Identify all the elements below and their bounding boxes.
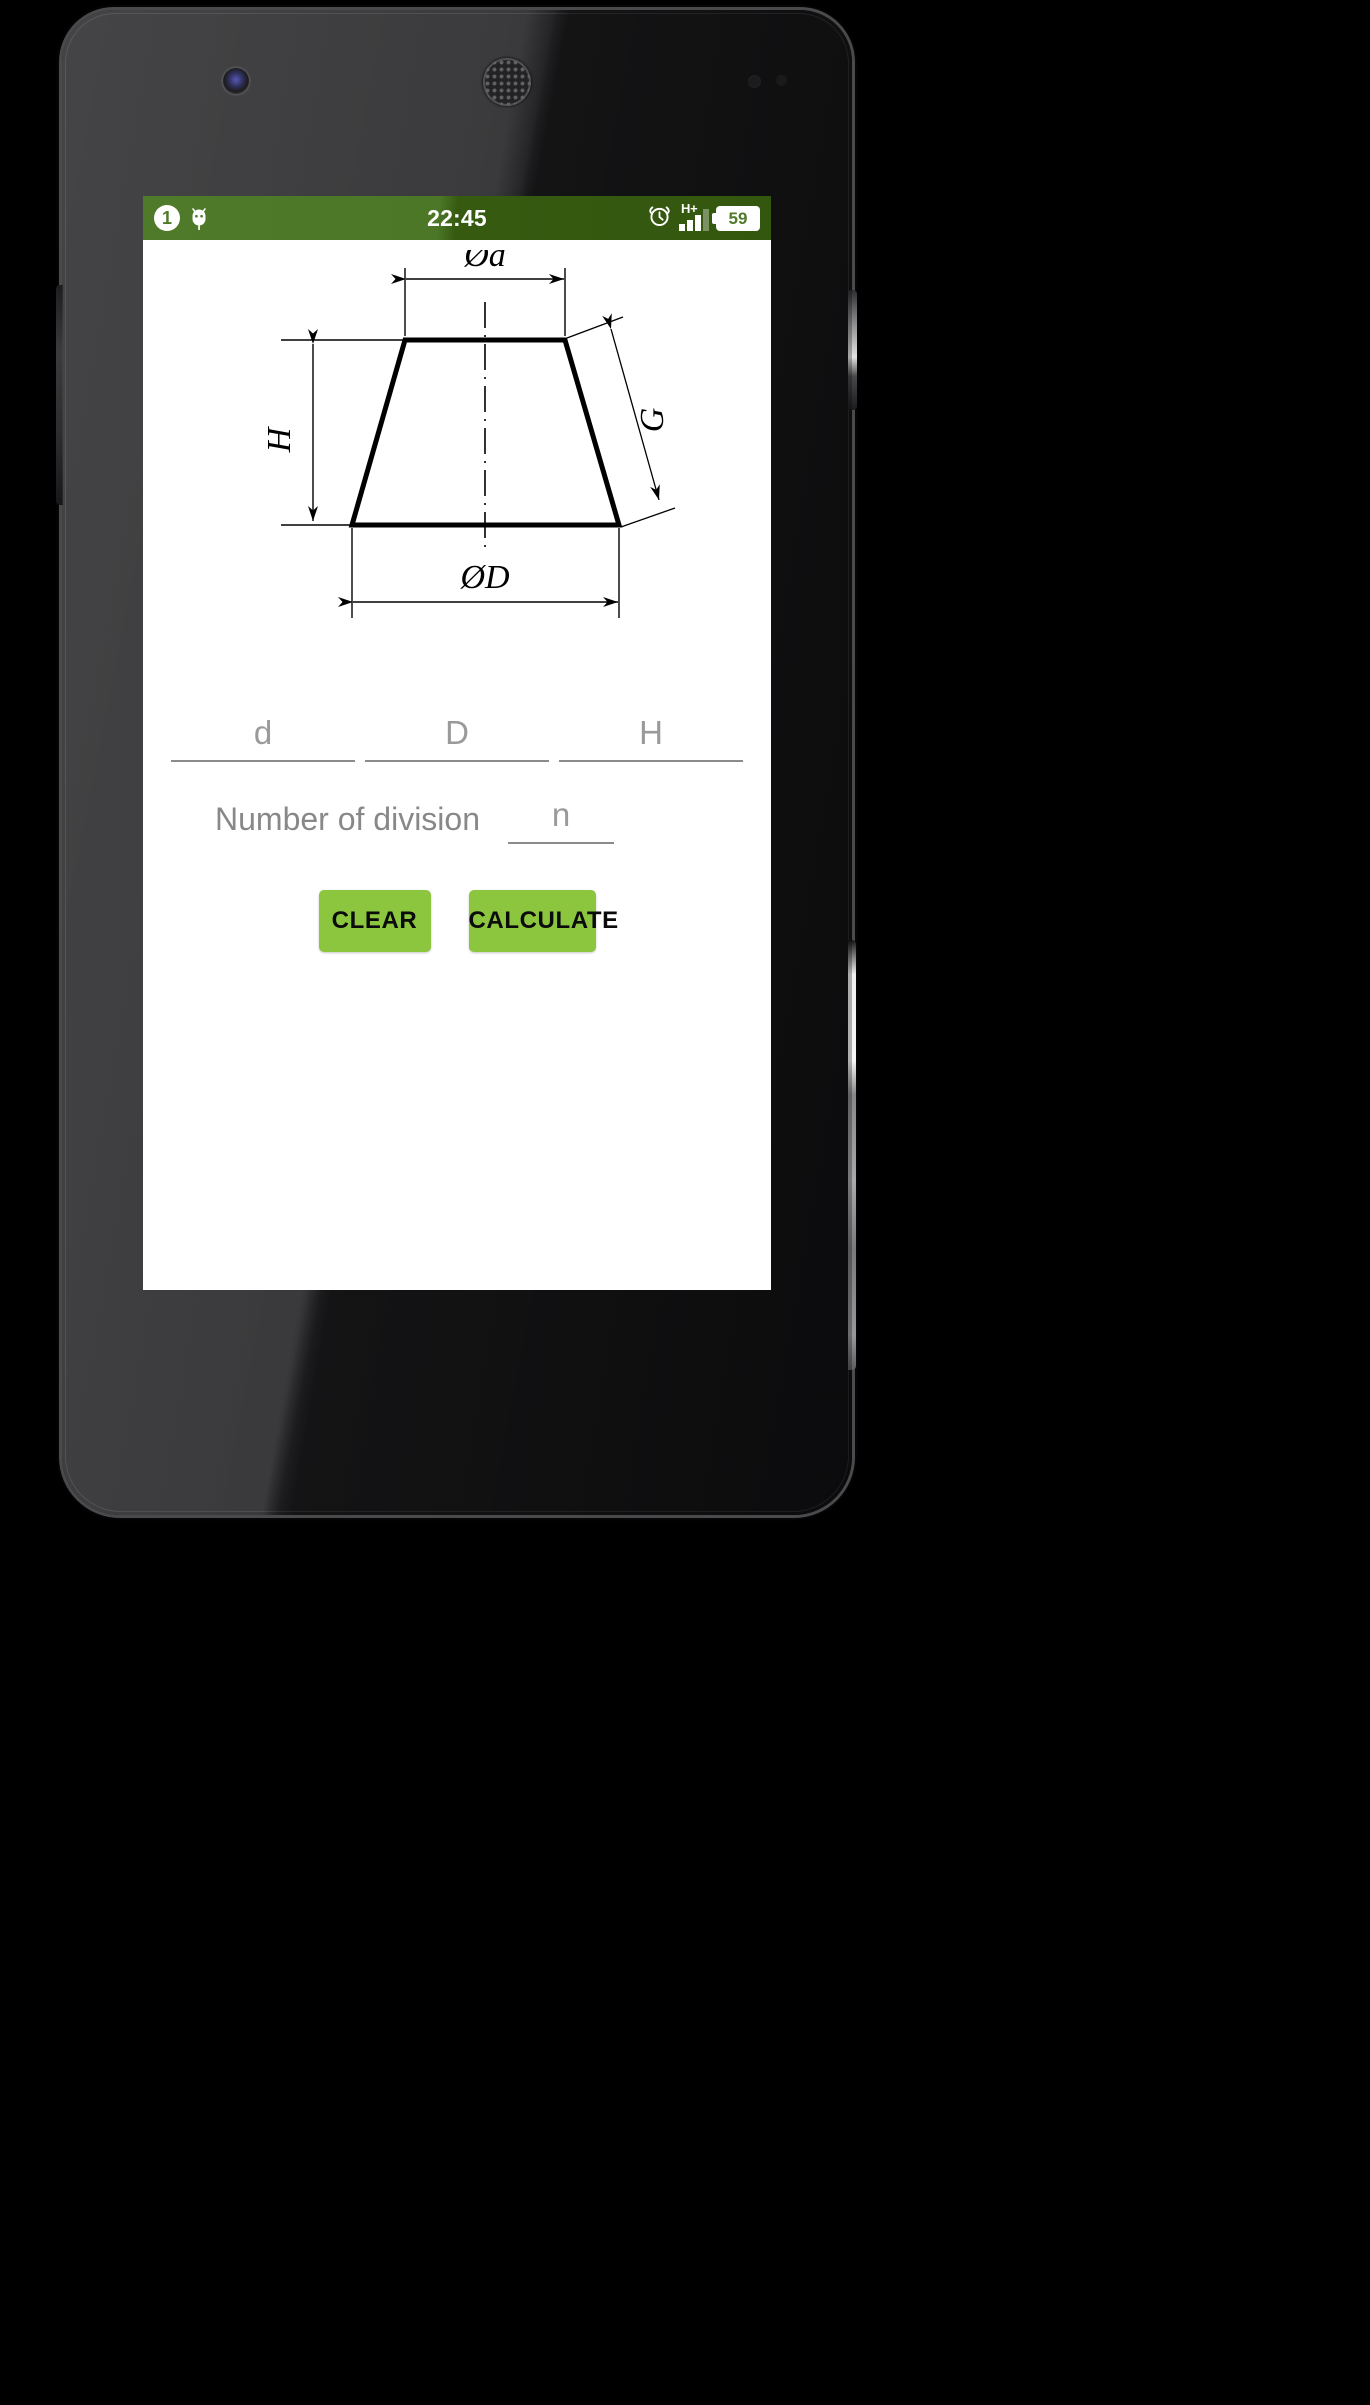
input-H[interactable] xyxy=(559,710,743,762)
front-camera-icon xyxy=(223,68,249,94)
svg-text:Ød: Ød xyxy=(463,250,507,274)
status-bar: 1 22:45 H+ 59 xyxy=(143,196,771,240)
signal-bar-4 xyxy=(703,209,709,231)
signal-bar-2 xyxy=(687,220,693,231)
calculate-button[interactable]: CALCULATE xyxy=(468,890,618,952)
svg-text:G: G xyxy=(634,408,671,433)
division-label: Number of division xyxy=(215,801,480,837)
status-bar-right-group: H+ 59 xyxy=(647,201,760,233)
field-wrapper-H xyxy=(559,710,743,762)
light-sensor-icon xyxy=(776,75,787,86)
phone-screen: 1 22:45 H+ 59 Ød H ØD G d D H Number of … xyxy=(143,196,771,1290)
svg-text:ØD: ØD xyxy=(459,559,510,596)
action-buttons-row: CLEAR CALCULATE xyxy=(143,890,771,952)
svg-text:H: H xyxy=(261,425,298,453)
left-side-button[interactable] xyxy=(56,285,63,505)
signal-bar-1 xyxy=(679,224,685,231)
signal-bar-3 xyxy=(695,215,701,231)
phone-device-mockup: 1 22:45 H+ 59 Ød H ØD G d D H Number of … xyxy=(56,10,857,1515)
earpiece-speaker-icon xyxy=(483,58,531,106)
network-type-label: H+ xyxy=(681,201,698,216)
alarm-clock-icon xyxy=(647,203,672,233)
clear-button[interactable]: CLEAR xyxy=(318,890,431,952)
field-wrapper-n xyxy=(508,792,614,844)
proximity-sensor-icon xyxy=(748,75,761,88)
cellular-signal-icon: H+ xyxy=(679,201,709,231)
frustum-diagram: Ød H ØD G xyxy=(143,240,771,670)
input-n[interactable] xyxy=(508,792,614,844)
field-wrapper-D xyxy=(365,710,549,762)
field-wrapper-d xyxy=(171,710,355,762)
volume-rocker-button[interactable] xyxy=(848,940,856,1370)
division-row: Number of division xyxy=(143,792,771,844)
input-d[interactable] xyxy=(171,710,355,762)
input-D[interactable] xyxy=(365,710,549,762)
power-button[interactable] xyxy=(848,290,857,410)
app-content: Ød H ØD G d D H Number of division n CLE… xyxy=(143,240,771,1290)
dimension-inputs-row xyxy=(143,710,771,762)
battery-indicator: 59 xyxy=(712,205,760,231)
